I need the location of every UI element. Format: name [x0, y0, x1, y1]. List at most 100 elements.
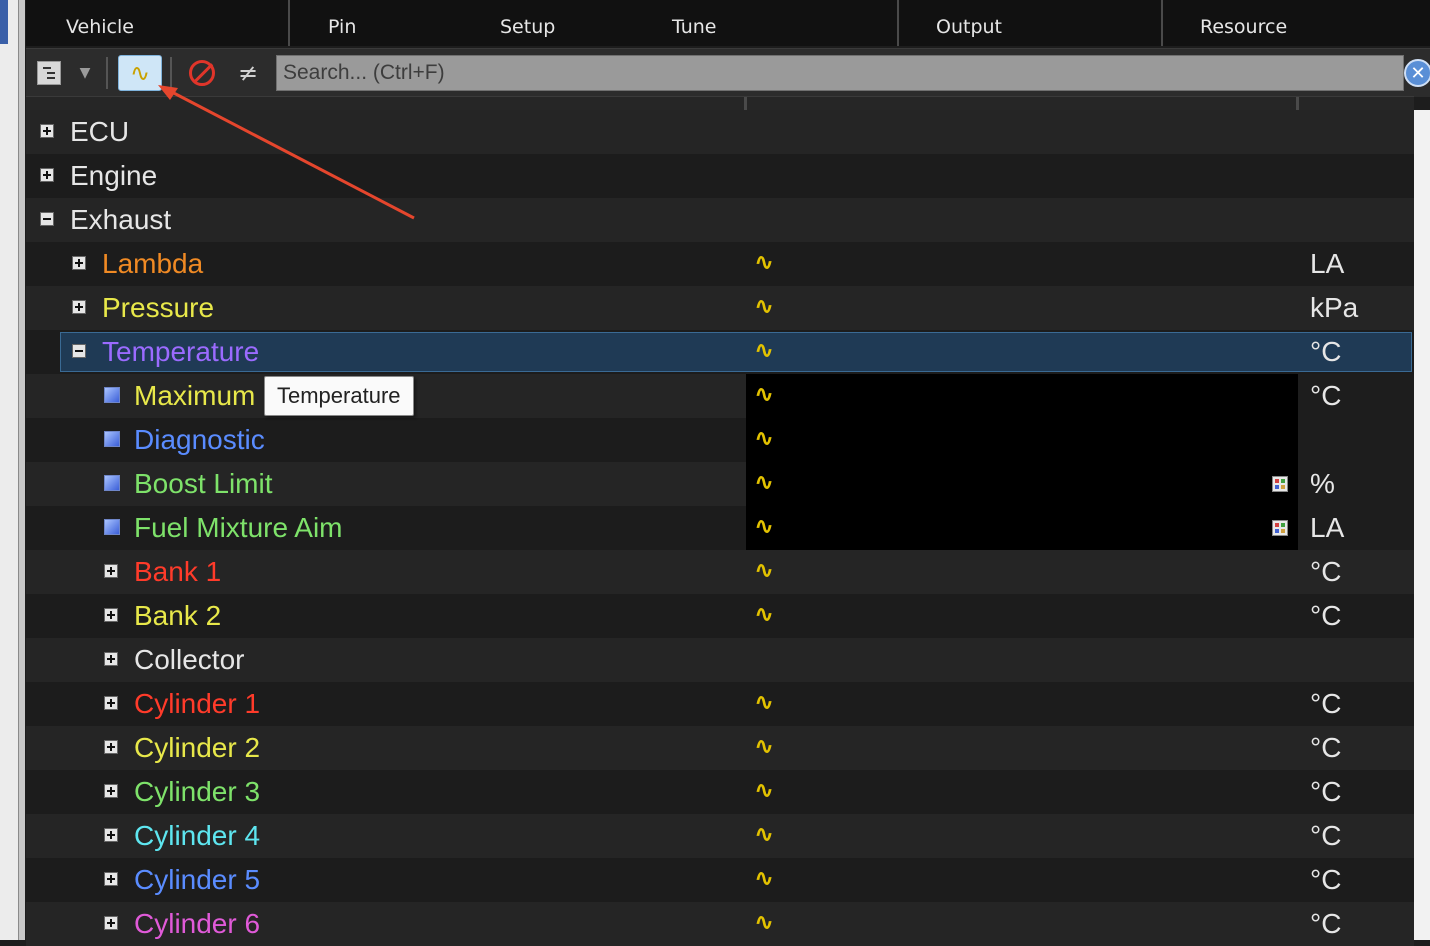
tree-row[interactable]: Collector — [26, 638, 1414, 682]
tree-row[interactable]: Boost Limit ∿% — [26, 462, 1414, 506]
expand-icon[interactable] — [104, 872, 118, 886]
tree-row-label: Maximum — [134, 380, 256, 411]
tree-row[interactable]: Engine — [26, 154, 1414, 198]
tree-row[interactable]: Cylinder 1 ∿ °C — [26, 682, 1414, 726]
channel-wave-icon[interactable]: ∿ — [754, 336, 774, 364]
prohibited-icon — [189, 60, 215, 86]
channel-wave-icon[interactable]: ∿ — [754, 776, 774, 804]
expand-icon[interactable] — [104, 608, 118, 622]
tree-view-icon — [37, 61, 61, 85]
wave-icon: ∿ — [129, 59, 151, 87]
tree-row-label: Boost Limit — [134, 468, 273, 499]
table-icon[interactable] — [1272, 476, 1288, 492]
vertical-scrollbar[interactable] — [1414, 110, 1430, 940]
expand-icon[interactable] — [40, 168, 54, 182]
channel-wave-icon[interactable]: ∿ — [754, 292, 774, 320]
tree-row-label: Bank 1 — [134, 556, 222, 587]
tree-row-label: Bank 2 — [134, 600, 222, 631]
expand-icon[interactable] — [104, 740, 118, 754]
toolbar: ▼ ∿ ≠ ✕ — [26, 48, 1430, 97]
expand-icon[interactable] — [40, 124, 54, 138]
unit-label: °C — [1310, 336, 1342, 367]
channel-wave-icon[interactable]: ∿ — [754, 424, 774, 452]
tree-row[interactable]: Exhaust — [26, 198, 1414, 242]
chevron-down-icon: ▼ — [79, 65, 91, 81]
channel-icon — [104, 475, 120, 491]
unit-label: °C — [1310, 556, 1342, 587]
column-header — [26, 96, 1414, 111]
expand-icon[interactable] — [104, 828, 118, 842]
channel-wave-icon[interactable]: ∿ — [754, 380, 774, 408]
unit-label: °C — [1310, 732, 1342, 763]
view-dropdown-button[interactable]: ▼ — [72, 55, 98, 91]
left-edge-marker — [0, 0, 8, 44]
expand-icon[interactable] — [72, 256, 86, 270]
channel-wave-icon[interactable]: ∿ — [754, 864, 774, 892]
tree-row[interactable]: Cylinder 3 ∿ °C — [26, 770, 1414, 814]
collapse-icon[interactable] — [40, 212, 54, 226]
show-channels-toggle[interactable]: ∿ — [118, 55, 162, 91]
clear-search-button[interactable]: ✕ — [1404, 59, 1430, 87]
channel-wave-icon[interactable]: ∿ — [754, 468, 774, 496]
channel-wave-icon[interactable]: ∿ — [754, 820, 774, 848]
column-resize-handle[interactable] — [744, 97, 747, 111]
channel-wave-icon[interactable]: ∿ — [754, 600, 774, 628]
tree-row[interactable]: Cylinder 6 ∿ °C — [26, 902, 1414, 946]
tree-row[interactable]: Cylinder 2 ∿ °C — [26, 726, 1414, 770]
channel-wave-icon[interactable]: ∿ — [754, 732, 774, 760]
tree-row[interactable]: Pressure ∿ kPa — [26, 286, 1414, 330]
tree-view-button[interactable] — [34, 55, 64, 91]
tab-divider — [897, 0, 899, 46]
tree-row[interactable]: Temperature ∿ °C — [26, 330, 1414, 374]
toolbar-separator — [106, 57, 108, 89]
tree-row-label: Cylinder 3 — [134, 776, 261, 807]
tree-row-label: Pressure — [102, 292, 215, 323]
channel-wave-icon[interactable]: ∿ — [754, 556, 774, 584]
toolbar-separator — [170, 57, 172, 89]
tree-row-label: Diagnostic — [134, 424, 265, 455]
filter-off-button[interactable] — [182, 55, 222, 91]
expand-icon[interactable] — [104, 564, 118, 578]
tree-row-label: Fuel Mixture Aim — [134, 512, 343, 543]
unit-label: LA — [1310, 512, 1345, 543]
tree-row-label: Exhaust — [70, 204, 172, 235]
tree-row[interactable]: Lambda ∿ LA — [26, 242, 1414, 286]
unit-label: °C — [1310, 864, 1342, 895]
expand-icon[interactable] — [104, 696, 118, 710]
tab-bar: Vehicle Pin Setup Tune Output Resource — [26, 0, 1430, 46]
tab-label: Resource — [1200, 16, 1288, 38]
channel-wave-icon[interactable]: ∿ — [754, 908, 774, 936]
tree-row[interactable]: Cylinder 4 ∿ °C — [26, 814, 1414, 858]
tab-divider — [1161, 0, 1163, 46]
tree-row-label: Collector — [134, 644, 245, 675]
tree-row[interactable]: Fuel Mixture Aim ∿ LA — [26, 506, 1414, 550]
expand-icon[interactable] — [104, 784, 118, 798]
channel-icon — [104, 519, 120, 535]
channel-wave-icon[interactable]: ∿ — [754, 248, 774, 276]
tree-row[interactable]: Bank 2 ∿ °C — [26, 594, 1414, 638]
table-icon[interactable] — [1272, 520, 1288, 536]
tree-row-label: Cylinder 2 — [134, 732, 261, 763]
channel-wave-icon[interactable]: ∿ — [754, 512, 774, 540]
tree-row[interactable]: Maximum ∿ °C — [26, 374, 1414, 418]
tree-row[interactable]: Cylinder 5 ∿ °C — [26, 858, 1414, 902]
expand-icon[interactable] — [104, 916, 118, 930]
expand-icon[interactable] — [104, 652, 118, 666]
column-resize-handle[interactable] — [1296, 97, 1299, 111]
collapse-icon[interactable] — [72, 344, 86, 358]
search-input[interactable] — [277, 56, 1403, 90]
unit-label: °C — [1310, 600, 1342, 631]
tree-row-label: Cylinder 4 — [134, 820, 261, 851]
tab-label: Output — [936, 16, 1002, 38]
tab-label: Vehicle — [66, 16, 134, 38]
expand-icon[interactable] — [72, 300, 86, 314]
channel-icon — [104, 387, 120, 403]
channel-wave-icon[interactable]: ∿ — [754, 688, 774, 716]
splitter[interactable] — [18, 0, 25, 940]
tree-row[interactable]: Bank 1 ∿ °C — [26, 550, 1414, 594]
tree-row[interactable]: ECU — [26, 110, 1414, 154]
left-window-edge — [0, 0, 25, 940]
tree-row[interactable]: Diagnostic ∿ — [26, 418, 1414, 462]
show-differences-button[interactable]: ≠ — [230, 55, 266, 91]
tree-row-label: Cylinder 5 — [134, 864, 261, 895]
